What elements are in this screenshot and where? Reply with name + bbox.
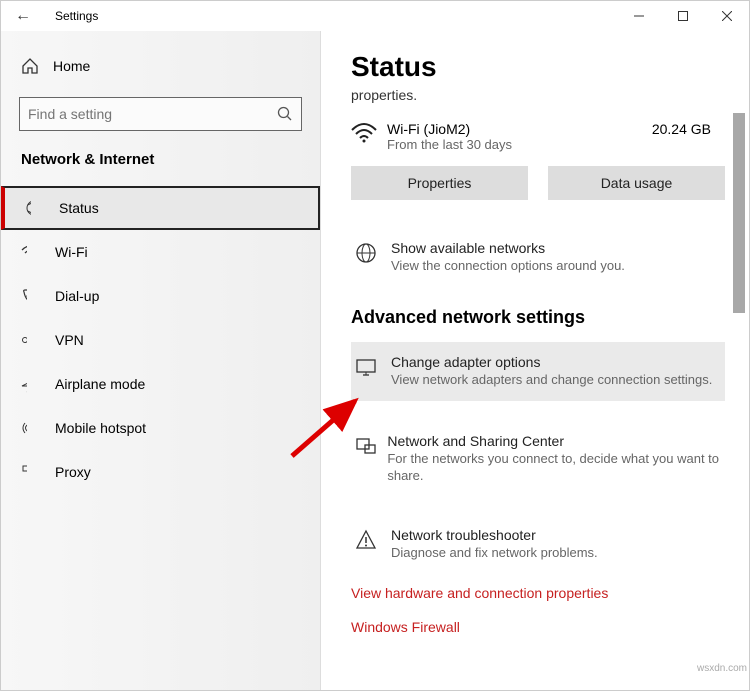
nav-label: Proxy: [55, 464, 91, 480]
hotspot-icon: [21, 419, 41, 437]
close-button[interactable]: [705, 1, 749, 31]
nav-vpn[interactable]: VPN: [1, 318, 320, 362]
search-input[interactable]: [28, 106, 277, 122]
wifi-name: Wi-Fi (JioM2): [387, 121, 652, 137]
show-networks-link[interactable]: Show available networks View the connect…: [351, 230, 725, 285]
link-title: Change adapter options: [391, 354, 712, 370]
sharing-center-link[interactable]: Network and Sharing Center For the netwo…: [351, 423, 725, 495]
nav-airplane[interactable]: Airplane mode: [1, 362, 320, 406]
settings-window: ← Settings Home Network & Internet Statu…: [0, 0, 750, 691]
wifi-usage-row: Wi-Fi (JioM2) From the last 30 days 20.2…: [351, 121, 725, 152]
wifi-usage: 20.24 GB: [652, 121, 725, 137]
titlebar: ← Settings: [1, 1, 749, 31]
vpn-icon: [21, 333, 41, 347]
data-usage-button[interactable]: Data usage: [548, 166, 725, 200]
nav-label: Airplane mode: [55, 376, 145, 392]
nav-wifi[interactable]: Wi-Fi: [1, 230, 320, 274]
warning-icon: [355, 527, 391, 556]
dialup-icon: [21, 287, 41, 305]
nav-label: Dial-up: [55, 288, 99, 304]
wifi-icon: [351, 121, 387, 148]
content-pane: Status properties. Wi-Fi (JioM2) From th…: [321, 31, 749, 690]
home-link[interactable]: Home: [1, 49, 320, 83]
search-box[interactable]: [19, 97, 302, 131]
home-icon: [21, 57, 39, 75]
minimize-button[interactable]: [617, 1, 661, 31]
nav-label: VPN: [55, 332, 84, 348]
window-title: Settings: [55, 9, 98, 23]
link-desc: For the networks you connect to, decide …: [387, 451, 721, 485]
adapter-icon: [355, 354, 391, 383]
link-title: Show available networks: [391, 240, 625, 256]
change-adapter-link[interactable]: Change adapter options View network adap…: [351, 342, 725, 401]
section-label: Network & Internet: [1, 151, 320, 168]
nav-label: Status: [59, 200, 99, 216]
page-subtitle: properties.: [351, 87, 725, 103]
status-icon: [25, 199, 45, 217]
page-title: Status: [351, 51, 725, 83]
scrollbar-thumb[interactable]: [733, 113, 745, 313]
wifi-period: From the last 30 days: [387, 137, 652, 152]
proxy-icon: [21, 463, 41, 481]
link-desc: Diagnose and fix network problems.: [391, 545, 598, 562]
airplane-icon: [21, 375, 41, 393]
watermark: wsxdn.com: [697, 663, 747, 674]
troubleshooter-link[interactable]: Network troubleshooter Diagnose and fix …: [351, 517, 725, 572]
nav-proxy[interactable]: Proxy: [1, 450, 320, 494]
link-title: Network troubleshooter: [391, 527, 598, 543]
nav-hotspot[interactable]: Mobile hotspot: [1, 406, 320, 450]
window-controls: [617, 1, 749, 31]
sharing-icon: [355, 433, 387, 462]
maximize-button[interactable]: [661, 1, 705, 31]
link-title: Network and Sharing Center: [387, 433, 721, 449]
sidebar: Home Network & Internet Status Wi-Fi Dia…: [1, 31, 321, 690]
globe-icon: [355, 240, 391, 269]
search-icon: [277, 106, 293, 122]
nav-label: Wi-Fi: [55, 244, 88, 260]
nav-dialup[interactable]: Dial-up: [1, 274, 320, 318]
nav-label: Mobile hotspot: [55, 420, 146, 436]
link-desc: View network adapters and change connect…: [391, 372, 712, 389]
link-desc: View the connection options around you.: [391, 258, 625, 275]
nav-status[interactable]: Status: [1, 186, 320, 230]
back-button[interactable]: ←: [15, 7, 35, 25]
advanced-heading: Advanced network settings: [351, 307, 725, 328]
wifi-icon: [21, 243, 41, 261]
firewall-link[interactable]: Windows Firewall: [351, 619, 725, 635]
hardware-properties-link[interactable]: View hardware and connection properties: [351, 585, 725, 601]
properties-button[interactable]: Properties: [351, 166, 528, 200]
home-label: Home: [53, 58, 90, 74]
